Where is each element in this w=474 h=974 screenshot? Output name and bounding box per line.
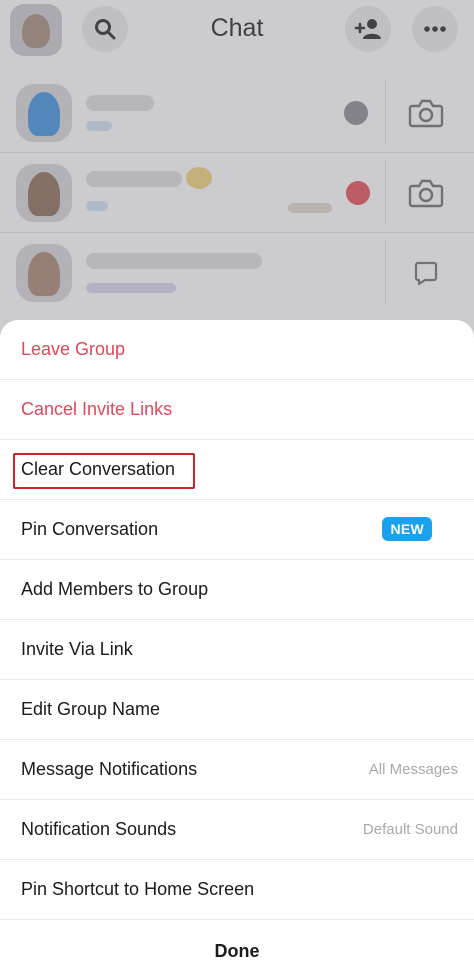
menu-item-label: Invite Via Link: [21, 639, 133, 659]
menu-item-label: Pin Conversation: [21, 519, 159, 539]
pin-shortcut-item[interactable]: Pin Shortcut to Home Screen: [0, 860, 474, 920]
done-label: Done: [214, 941, 260, 961]
menu-item-value: Default Sound: [362, 821, 458, 838]
pin-conversation-item[interactable]: Pin Conversation NEW: [0, 500, 474, 560]
edit-group-name-item[interactable]: Edit Group Name: [0, 680, 474, 740]
message-notifications-item[interactable]: Message Notifications All Messages: [0, 740, 474, 800]
invite-via-link-item[interactable]: Invite Via Link: [0, 620, 474, 680]
highlight-box: [13, 453, 195, 489]
menu-item-label: Pin Shortcut to Home Screen: [21, 879, 255, 899]
menu-item-label: Cancel Invite Links: [21, 399, 173, 419]
menu-item-label: Add Members to Group: [21, 579, 209, 599]
new-badge: NEW: [382, 517, 432, 541]
menu-item-value: All Messages: [368, 761, 458, 778]
cancel-invite-links-item[interactable]: Cancel Invite Links: [0, 380, 474, 440]
menu-item-label: Edit Group Name: [21, 699, 161, 719]
menu-item-label: Message Notifications: [21, 759, 198, 779]
notification-sounds-item[interactable]: Notification Sounds Default Sound: [0, 800, 474, 860]
leave-group-item[interactable]: Leave Group: [0, 320, 474, 380]
group-action-sheet: Leave Group Cancel Invite Links Clear Co…: [0, 320, 474, 974]
add-members-item[interactable]: Add Members to Group: [0, 560, 474, 620]
menu-item-label: Leave Group: [21, 339, 126, 359]
menu-item-label: Notification Sounds: [21, 819, 177, 839]
done-button[interactable]: Done: [0, 920, 474, 974]
clear-conversation-item[interactable]: Clear Conversation: [0, 440, 474, 500]
